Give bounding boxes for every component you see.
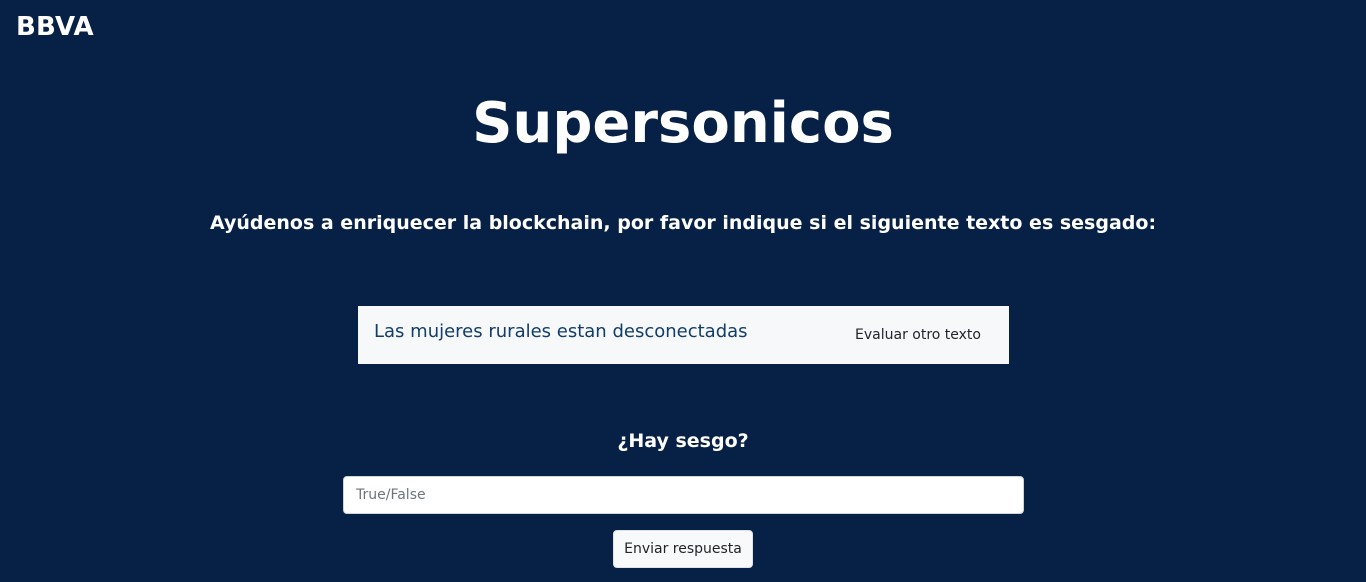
page-title: Supersonicos [472,91,894,156]
instruction-text: Ayúdenos a enriquecer la blockchain, por… [209,212,1157,234]
bias-answer-input[interactable] [343,476,1024,514]
bias-question-label: ¿Hay sesgo? [617,430,749,452]
sample-text: Las mujeres rurales estan desconectadas [374,321,748,342]
brand-logo-text[interactable]: BBVA [16,8,94,46]
evaluate-other-text-button[interactable]: Evaluar otro texto [839,320,997,350]
sample-text-card: Las mujeres rurales estan desconectadas … [358,306,1009,364]
submit-answer-button[interactable]: Enviar respuesta [613,530,753,568]
